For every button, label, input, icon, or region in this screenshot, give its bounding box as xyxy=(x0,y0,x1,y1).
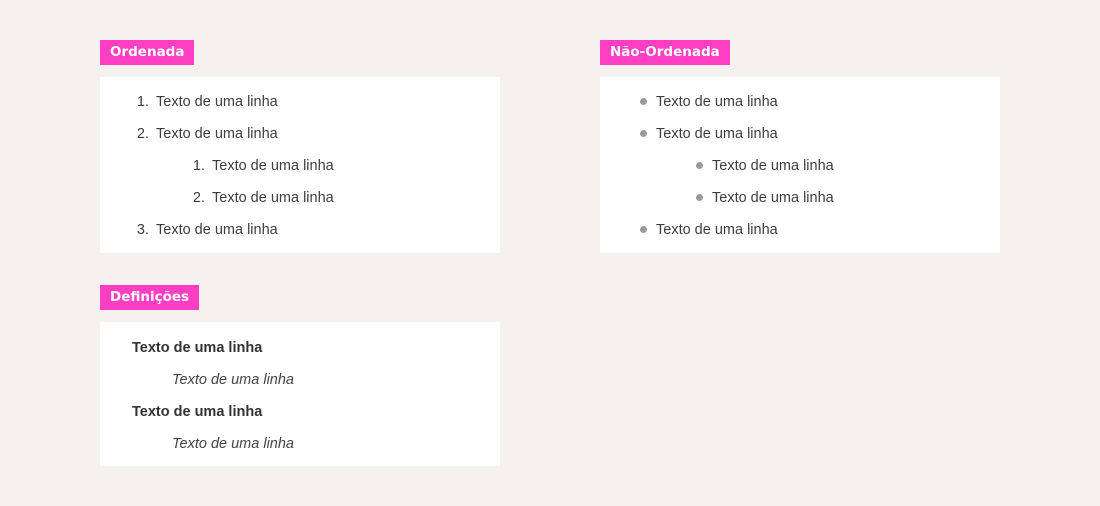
definition-description: Texto de uma linha xyxy=(172,436,294,452)
unordered-sublist-item: Texto de uma linha xyxy=(712,158,834,174)
unordered-list-item: Texto de uma linha xyxy=(656,94,778,110)
definition-description: Texto de uma linha xyxy=(172,372,294,388)
ordered-list-marker: 3. xyxy=(136,222,149,238)
ordered-list-item: Texto de uma linha xyxy=(156,126,278,142)
ordered-list-card: 1. Texto de uma linha 2. Texto de uma li… xyxy=(100,77,500,253)
definition-term: Texto de uma linha xyxy=(132,340,263,356)
ordered-sublist-item: Texto de uma linha xyxy=(212,158,334,174)
unordered-list-item: Texto de uma linha xyxy=(656,222,778,238)
definitions-list-label: Definições xyxy=(100,285,200,310)
ordered-list-label: Ordenada xyxy=(100,40,195,65)
ordered-list-item: Texto de uma linha xyxy=(156,222,278,238)
ordered-sublist-marker: 2. xyxy=(192,190,205,206)
ordered-list-marker: 2. xyxy=(136,126,149,142)
ordered-list-item: Texto de uma linha xyxy=(156,94,278,110)
unordered-sublist-item: Texto de uma linha xyxy=(712,190,834,206)
bullet-dot-icon xyxy=(640,130,647,137)
unordered-list-card: Texto de uma linha Texto de uma linha Te… xyxy=(600,77,1000,253)
bullet-dot-icon xyxy=(696,162,703,169)
ordered-sublist-marker: 1. xyxy=(192,158,205,174)
definition-term: Texto de uma linha xyxy=(132,404,263,420)
bullet-dot-icon xyxy=(696,194,703,201)
unordered-list-label: Não-Ordenada xyxy=(600,40,730,65)
ordered-sublist-item: Texto de uma linha xyxy=(212,190,334,206)
unordered-list-item: Texto de uma linha xyxy=(656,126,778,142)
bullet-dot-icon xyxy=(640,226,647,233)
definitions-list-card: Texto de uma linha Texto de uma linha Te… xyxy=(100,322,500,466)
ordered-list-marker: 1. xyxy=(136,94,149,110)
bullet-dot-icon xyxy=(640,98,647,105)
